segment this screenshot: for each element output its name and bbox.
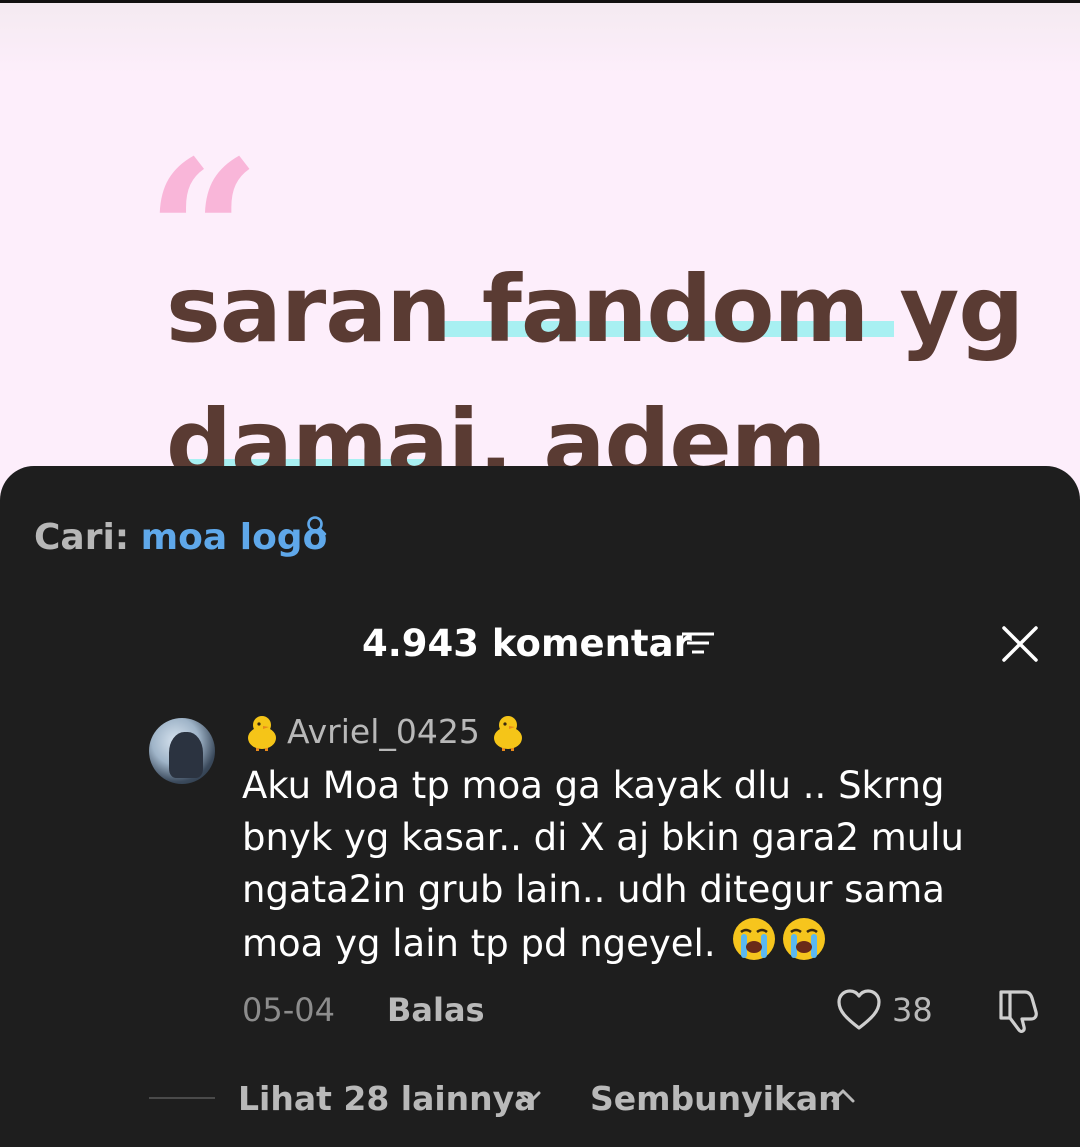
search-prefix: Cari:	[34, 517, 130, 558]
username[interactable]: Avriel_0425	[287, 710, 480, 754]
chick-emoji-left	[242, 712, 282, 756]
chevron-up-icon[interactable]	[830, 1088, 856, 1104]
close-icon[interactable]	[1000, 624, 1040, 664]
view-more-replies-button[interactable]: Lihat 28 lainnya	[238, 1079, 536, 1119]
crying-emoji-icon	[731, 916, 827, 976]
hide-replies-button[interactable]: Sembunyikan	[590, 1079, 842, 1119]
comments-count-title: 4.943 komentar	[362, 622, 692, 665]
comment-date: 05-04	[242, 991, 335, 1029]
video-background-card: “ saran fandom yg damai, adem	[0, 3, 1080, 523]
search-icon[interactable]	[305, 514, 329, 538]
like-count: 38	[892, 991, 933, 1029]
comment-body: Aku Moa tp moa ga kayak dlu .. Skrng bny…	[242, 764, 964, 965]
comment-text: Aku Moa tp moa ga kayak dlu .. Skrng bny…	[242, 760, 1012, 976]
chick-emoji-right	[488, 712, 528, 756]
search-suggestion[interactable]: Cari: moa logo	[34, 518, 327, 558]
headline-line-1: saran fandom yg	[166, 256, 1024, 363]
search-term-link[interactable]: moa logo	[141, 517, 328, 558]
heart-icon[interactable]	[836, 988, 882, 1032]
dislike-icon[interactable]	[995, 988, 1043, 1034]
reply-button[interactable]: Balas	[387, 990, 485, 1030]
avatar-figure	[169, 732, 203, 778]
sort-filter-icon[interactable]	[680, 630, 716, 660]
avatar[interactable]	[149, 718, 215, 784]
replies-divider	[149, 1097, 215, 1099]
chevron-down-icon[interactable]	[516, 1090, 542, 1106]
